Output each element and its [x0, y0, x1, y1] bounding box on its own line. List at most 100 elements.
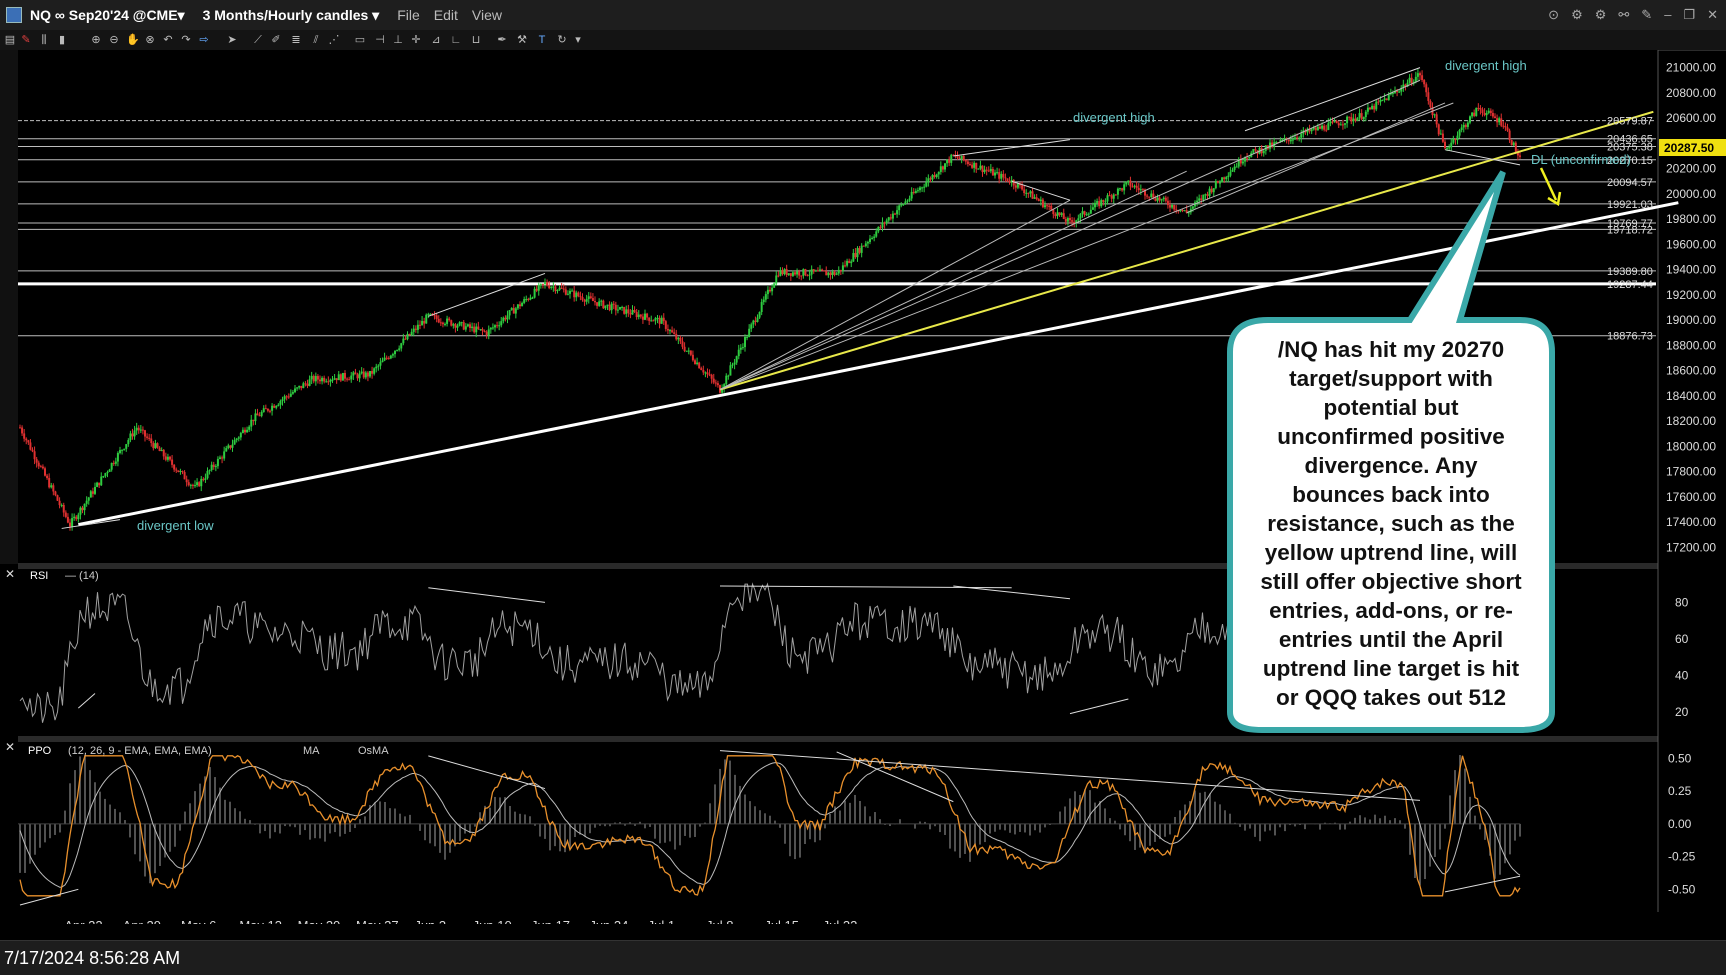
candle-body — [866, 242, 869, 244]
candle-body — [1025, 192, 1028, 194]
candle-body — [216, 458, 219, 467]
candle-body — [746, 336, 749, 338]
candle-body — [1387, 94, 1390, 101]
callout-line: potential but — [1323, 395, 1459, 420]
candle-body — [1423, 80, 1426, 85]
ppo-tick-label: -0.50 — [1668, 882, 1696, 896]
candle-body — [958, 157, 961, 160]
candle-body — [669, 330, 671, 332]
candle-body — [1231, 169, 1234, 172]
price-tick-label: 20200.00 — [1666, 162, 1716, 176]
price-tick-label: 18600.00 — [1666, 364, 1716, 378]
candle-body — [946, 159, 949, 164]
candle-body — [1135, 185, 1138, 188]
candle-body — [60, 504, 63, 506]
candle-body — [452, 324, 455, 326]
candle-body — [850, 261, 853, 264]
close-rsi-pane-icon[interactable]: ✕ — [5, 567, 15, 581]
candle-body — [473, 326, 476, 333]
candle-body — [319, 379, 321, 382]
candle-body — [756, 317, 759, 322]
candle-body — [1206, 194, 1209, 196]
candle-body — [1460, 127, 1463, 130]
candle-body — [1398, 91, 1401, 93]
candle-body — [121, 449, 124, 451]
candle-body — [1131, 186, 1134, 188]
candle-body — [604, 305, 607, 309]
candle-body — [1012, 180, 1015, 186]
candle-body — [327, 381, 330, 383]
pane-separator-2[interactable] — [18, 736, 1658, 742]
candle-body — [179, 471, 182, 473]
candle-body — [316, 376, 319, 380]
candle-body — [700, 368, 703, 370]
candle-body — [766, 289, 769, 295]
candle-body — [248, 426, 251, 430]
candle-body — [69, 522, 71, 527]
close-ppo-pane-icon[interactable]: ✕ — [5, 740, 15, 754]
candle-body — [1221, 177, 1224, 183]
candle-body — [283, 396, 286, 400]
candle-body — [1310, 129, 1313, 132]
candle-body — [929, 178, 932, 180]
candle-body — [266, 408, 269, 411]
candle-body — [677, 337, 680, 340]
candle-body — [1114, 194, 1117, 196]
candle-body — [66, 516, 69, 523]
candle-body — [1287, 139, 1290, 142]
candle-body — [187, 482, 190, 486]
candle-body — [712, 378, 715, 383]
candle-body — [706, 372, 709, 375]
candle-body — [406, 333, 409, 340]
status-bar: 7/17/2024 8:56:28 AM — [0, 940, 1726, 975]
candle-body — [779, 270, 782, 276]
candle-body — [233, 440, 236, 445]
candle-body — [198, 482, 201, 487]
candle-body — [748, 328, 751, 337]
candle-body — [1146, 195, 1149, 197]
candle-body — [744, 336, 746, 348]
ppo-pane[interactable] — [18, 742, 1658, 912]
candle-body — [154, 443, 157, 449]
candle-body — [237, 437, 240, 439]
candle-body — [44, 468, 46, 476]
candle-body — [423, 321, 426, 324]
candle-body — [1048, 205, 1051, 207]
candle-body — [146, 436, 149, 438]
candle-body — [48, 478, 51, 488]
candle-body — [1196, 200, 1199, 203]
candle-body — [610, 303, 613, 311]
candle-body — [1083, 211, 1086, 215]
candle-body — [656, 317, 659, 319]
candle-body — [160, 449, 163, 452]
candle-body — [1371, 105, 1374, 110]
candle-body — [521, 302, 524, 307]
candle-body — [583, 300, 586, 302]
candle-body — [1021, 185, 1024, 190]
price-axis: 21000.0020800.0020600.0020400.0020200.00… — [1666, 61, 1716, 555]
candle-body — [33, 451, 36, 460]
candle-body — [512, 308, 515, 314]
candle-body — [900, 204, 903, 206]
candle-body — [256, 413, 259, 416]
candle-body — [1112, 194, 1115, 199]
candle-body — [985, 169, 988, 171]
candle-body — [225, 448, 228, 452]
candle-body — [131, 433, 134, 437]
candle-body — [21, 427, 24, 434]
candle-body — [1469, 116, 1471, 123]
candle-body — [381, 360, 384, 363]
candle-body — [1091, 207, 1094, 210]
candle-body — [1235, 166, 1238, 168]
candle-body — [960, 155, 963, 160]
candle-body — [298, 385, 301, 388]
candle-body — [1362, 117, 1365, 120]
candle-body — [1452, 138, 1455, 143]
candle-body — [1208, 188, 1211, 196]
candle-body — [221, 457, 224, 459]
date-tick-label: Jun 10 — [473, 918, 512, 924]
callout-line: bounces back into — [1292, 482, 1490, 507]
candle-body — [487, 329, 490, 336]
candle-body — [741, 347, 744, 349]
candle-body — [1229, 171, 1232, 176]
